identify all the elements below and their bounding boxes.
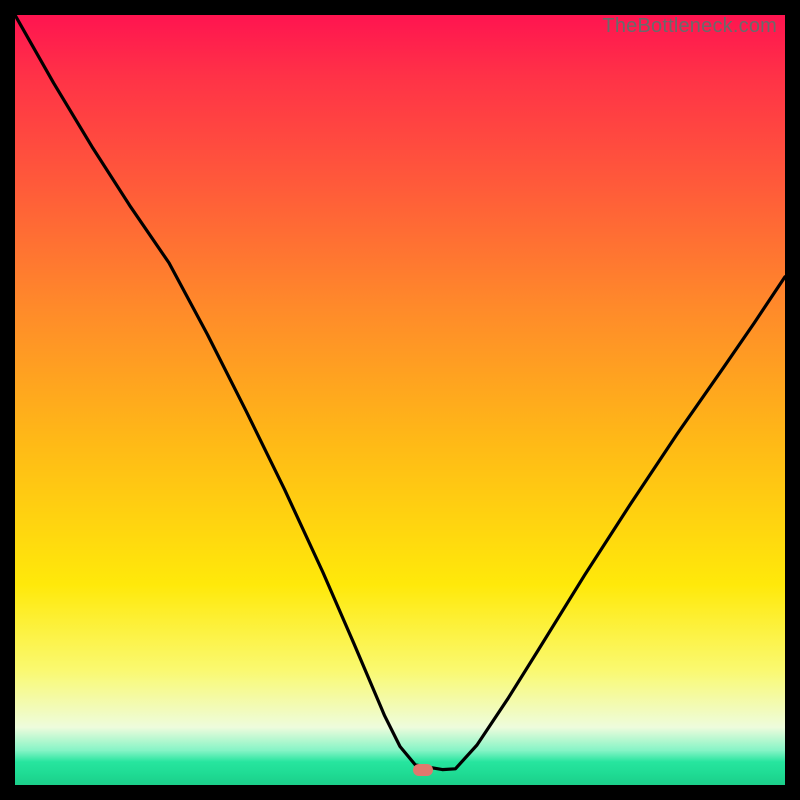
bottleneck-curve	[15, 15, 785, 785]
plot-area: TheBottleneck.com	[15, 15, 785, 785]
minimum-marker	[413, 764, 433, 776]
chart-stage: TheBottleneck.com	[0, 0, 800, 800]
watermark-text: TheBottleneck.com	[602, 15, 777, 38]
